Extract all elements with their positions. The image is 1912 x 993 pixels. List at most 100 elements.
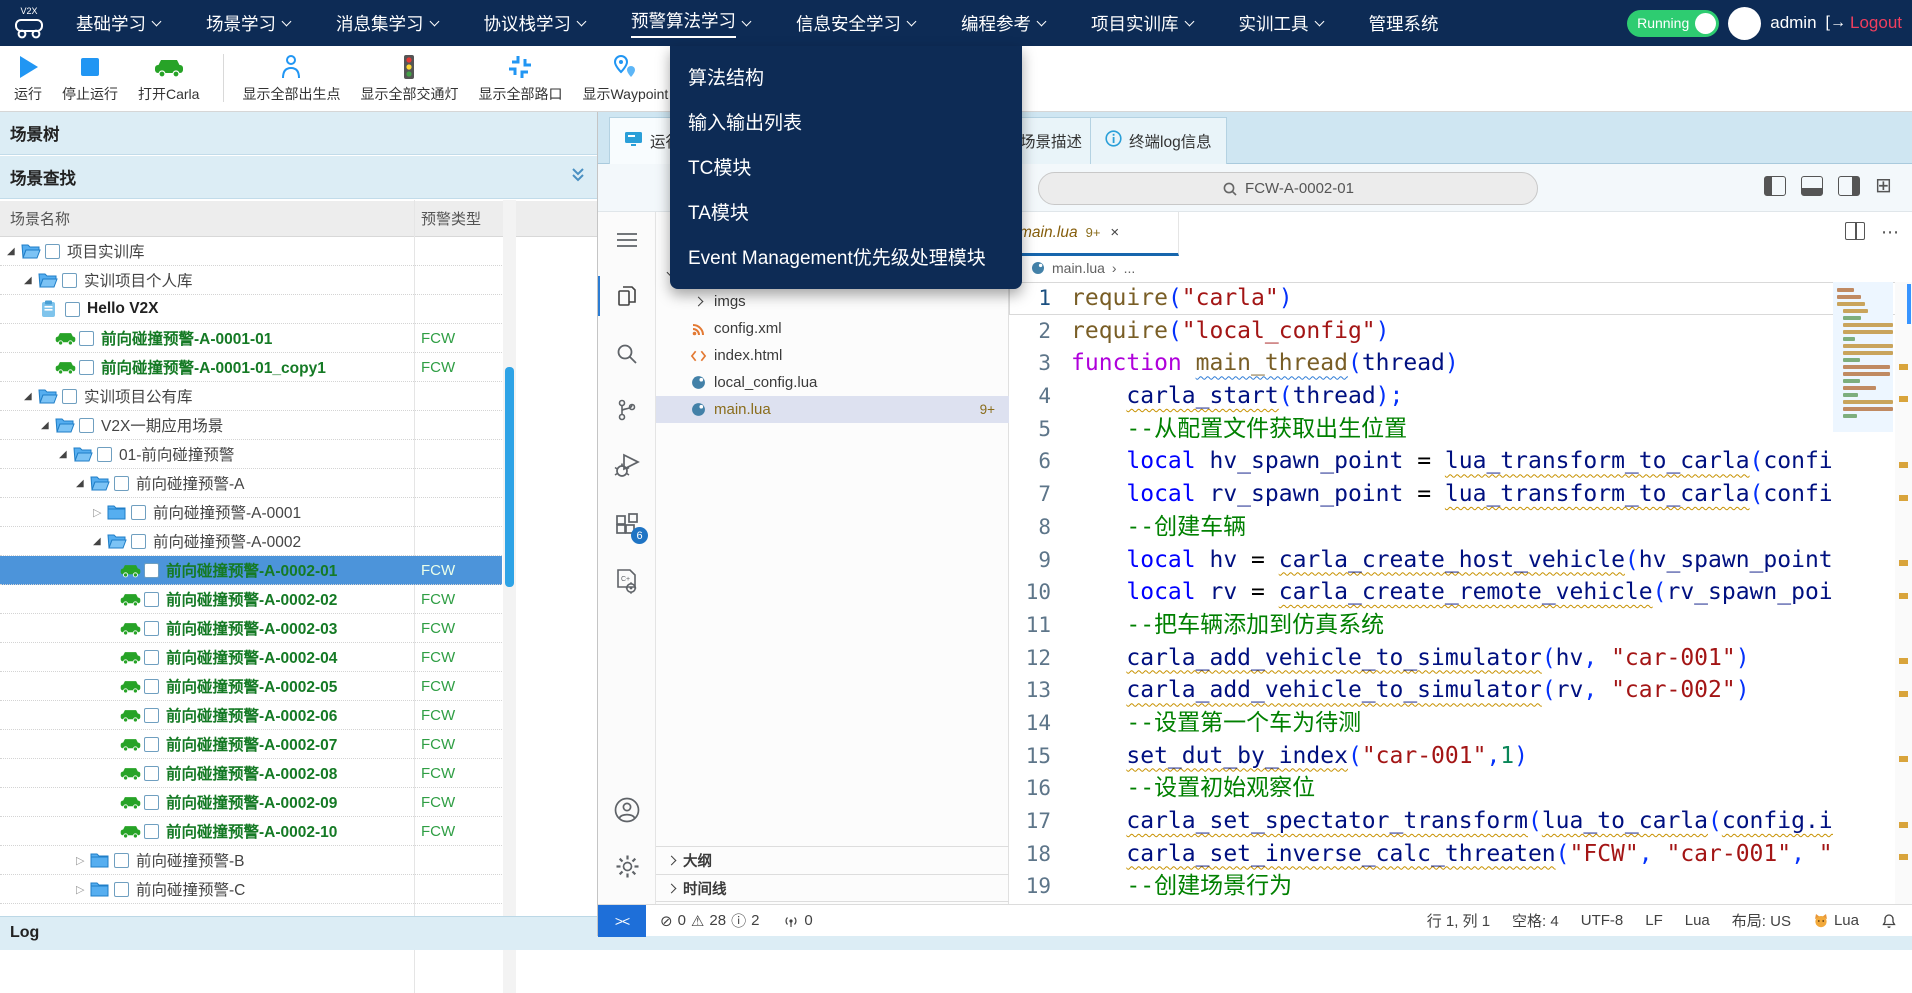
code-content[interactable]: 1 require("carla") 2 require("local_config"… — [1009, 282, 1912, 904]
tree-row[interactable]: ◢ V2X一期应用场景 — [0, 411, 502, 440]
checkbox[interactable] — [144, 591, 159, 607]
search-input[interactable]: FCW-A-0002-01 — [1038, 172, 1538, 205]
account-icon[interactable] — [598, 788, 656, 832]
extensions-icon[interactable]: 6 — [598, 502, 656, 546]
menu-item-2[interactable]: 输入输出列表 — [670, 99, 1022, 144]
remote-indicator[interactable]: >< — [598, 904, 646, 937]
cursor-position[interactable]: 行 1, 列 1 — [1427, 910, 1490, 931]
checkbox[interactable] — [144, 620, 159, 636]
nav-item-8[interactable]: 项目实训库 — [1091, 11, 1194, 36]
scene-search-header[interactable]: 场景查找 — [0, 156, 597, 199]
file-row-config.xml[interactable]: config.xml — [656, 315, 1009, 342]
toolbar-button-2[interactable]: 停止运行 — [62, 52, 118, 104]
tree-row[interactable]: ◢ 实训项目个人库 — [0, 266, 502, 295]
menu-item-1[interactable]: 算法结构 — [670, 54, 1022, 99]
v2x-logo-icon[interactable]: V2X — [0, 4, 58, 42]
timeline-section[interactable]: 时间线 — [656, 874, 1009, 902]
expander-open-icon[interactable]: ◢ — [41, 420, 55, 431]
nav-item-5[interactable]: 预警算法学习 — [631, 8, 752, 38]
encoding[interactable]: UTF-8 — [1581, 912, 1624, 929]
tree-row[interactable]: ◢ 项目实训库 — [0, 237, 502, 266]
expander-open-icon[interactable]: ◢ — [59, 449, 73, 460]
logout-button[interactable]: [→ Logout — [1826, 13, 1902, 33]
collapse-double-chevron-icon[interactable] — [569, 167, 587, 188]
file-row-local_config.lua[interactable]: local_config.lua — [656, 369, 1009, 396]
checkbox[interactable] — [45, 243, 60, 259]
tree-row[interactable]: ▷ 前向碰撞预警-A-0001 — [0, 498, 502, 527]
tree-row[interactable]: 前向碰撞预警-A-0001-01 FCW — [0, 324, 502, 353]
expander-closed-icon[interactable]: ▷ — [76, 854, 90, 867]
checkbox[interactable] — [144, 765, 159, 781]
checkbox[interactable] — [114, 881, 129, 897]
notifications[interactable] — [1881, 913, 1897, 929]
checkbox[interactable] — [79, 417, 94, 433]
outline-section[interactable]: 大纲 — [656, 846, 1009, 874]
expander-open-icon[interactable]: ◢ — [93, 536, 107, 547]
editor-tab-main-lua[interactable]: main.lua 9+ × — [1009, 212, 1179, 256]
tree-row[interactable]: 前向碰撞预警-A-0002-10 FCW — [0, 817, 502, 846]
running-toggle[interactable]: Running — [1627, 9, 1720, 37]
run-debug-icon[interactable] — [598, 444, 656, 488]
scene-tree-header[interactable]: 场景树 — [0, 112, 597, 155]
tree-row[interactable]: 前向碰撞预警-A-0001-01_copy1 FCW — [0, 353, 502, 382]
checkbox[interactable] — [114, 852, 129, 868]
checkbox[interactable] — [62, 388, 77, 404]
nav-item-6[interactable]: 信息安全学习 — [796, 11, 917, 36]
ports-indicator[interactable]: 0 — [783, 912, 813, 929]
expander-open-icon[interactable]: ◢ — [76, 478, 90, 489]
tree-row[interactable]: ▷ 前向碰撞预警-C — [0, 875, 502, 904]
checkbox[interactable] — [144, 649, 159, 665]
checkbox[interactable] — [144, 794, 159, 810]
nav-item-7[interactable]: 编程参考 — [961, 11, 1047, 36]
expander-closed-icon[interactable]: ▷ — [93, 506, 107, 519]
checkbox[interactable] — [144, 678, 159, 694]
tree-row[interactable]: 前向碰撞预警-A-0002-02 FCW — [0, 585, 502, 614]
tree-scrollbar-thumb[interactable] — [505, 367, 514, 587]
menu-icon[interactable] — [598, 218, 656, 262]
explorer-icon[interactable] — [598, 274, 656, 318]
settings-icon[interactable] — [598, 844, 656, 888]
tree-row[interactable]: 前向碰撞预警-A-0002-07 FCW — [0, 730, 502, 759]
customize-layout-icon[interactable] — [1875, 173, 1897, 198]
checkbox[interactable] — [114, 475, 129, 491]
problems-indicator[interactable]: ⊘ 0 ⚠ 28 ⓘ 2 — [660, 910, 759, 931]
editor-scrollbar[interactable] — [1895, 282, 1912, 904]
menu-item-4[interactable]: TA模块 — [670, 189, 1022, 234]
toolbar-button-4[interactable]: 显示全部出生点 — [242, 52, 340, 104]
toolbar-button-7[interactable]: 显示Waypoint — [582, 52, 668, 104]
toolbar-button-6[interactable]: 显示全部路口 — [478, 52, 562, 104]
split-editor-icon[interactable] — [1845, 222, 1865, 240]
workspace-tab-3[interactable]: 终端log信息 — [1090, 117, 1227, 164]
tree-row[interactable]: ◢ 01-前向碰撞预警 — [0, 440, 502, 469]
file-row-imgs[interactable]: imgs — [656, 288, 1009, 315]
checkbox[interactable] — [65, 301, 80, 317]
breadcrumb[interactable]: main.lua › ... — [1031, 260, 1135, 276]
minimap[interactable] — [1833, 282, 1893, 904]
keyboard-layout[interactable]: 布局: US — [1732, 910, 1791, 931]
expander-open-icon[interactable]: ◢ — [24, 275, 38, 286]
expander-closed-icon[interactable]: ▷ — [76, 883, 90, 896]
tree-row[interactable]: 前向碰撞预警-A-0002-08 FCW — [0, 759, 502, 788]
language-mode[interactable]: Lua — [1685, 912, 1710, 929]
file-row-main.lua[interactable]: main.lua 9+ — [656, 396, 1009, 423]
menu-item-5[interactable]: Event Management优先级处理模块 — [670, 234, 1022, 279]
close-icon[interactable]: × — [1110, 224, 1119, 241]
tree-row[interactable]: 前向碰撞预警-A-0002-05 FCW — [0, 672, 502, 701]
nav-item-9[interactable]: 实训工具 — [1239, 11, 1324, 36]
tree-row[interactable]: 前向碰撞预警-A-0002-04 FCW — [0, 643, 502, 672]
toolbar-button-5[interactable]: 显示全部交通灯 — [360, 52, 458, 104]
nav-item-2[interactable]: 场景学习 — [206, 11, 292, 36]
checkbox[interactable] — [144, 823, 159, 839]
checkbox[interactable] — [79, 330, 94, 346]
tree-row[interactable]: 前向碰撞预警-A-0002-03 FCW — [0, 614, 502, 643]
checkbox[interactable] — [144, 562, 159, 578]
indentation[interactable]: 空格: 4 — [1512, 910, 1559, 931]
cpp-config-icon[interactable]: C+ — [598, 560, 656, 604]
lua-server-status[interactable]: Lua — [1813, 912, 1859, 929]
checkbox[interactable] — [79, 359, 94, 375]
checkbox[interactable] — [144, 707, 159, 723]
eol[interactable]: LF — [1645, 912, 1663, 929]
toolbar-button-1[interactable]: 运行 — [14, 52, 42, 104]
checkbox[interactable] — [144, 736, 159, 752]
toolbar-button-3[interactable]: 打开Carla — [138, 52, 199, 104]
